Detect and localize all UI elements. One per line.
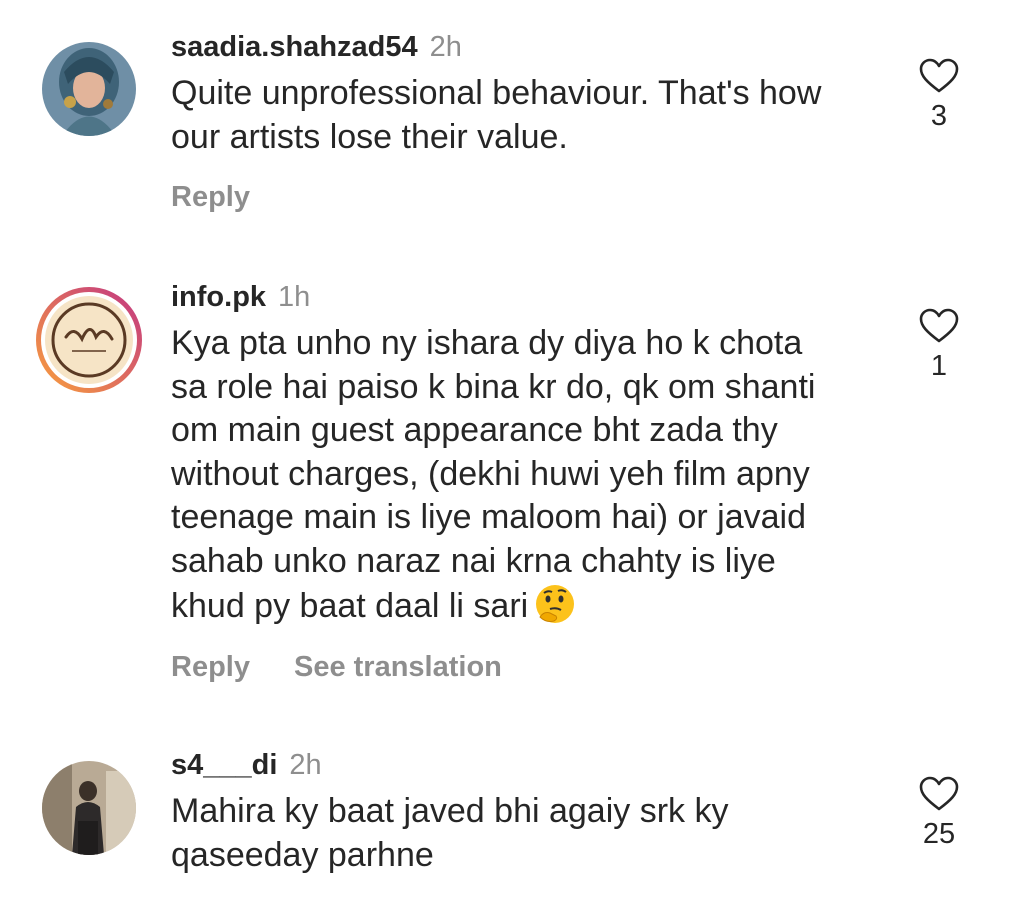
comment-username[interactable]: info.pk xyxy=(171,281,266,313)
like-count: 1 xyxy=(930,350,948,382)
reply-button[interactable]: Reply xyxy=(171,181,250,213)
thinking-face-icon xyxy=(534,583,576,625)
comment-text: Quite unprofessional behaviour. That's h… xyxy=(171,74,822,156)
comment-timestamp: 2h xyxy=(429,31,462,63)
comment-username[interactable]: s4___di xyxy=(171,749,277,781)
comment-timestamp: 2h xyxy=(289,749,322,781)
reply-button[interactable]: Reply xyxy=(171,651,250,683)
like-button[interactable]: 1 xyxy=(914,308,964,383)
like-count: 3 xyxy=(930,100,948,132)
comment-username[interactable]: saadia.shahzad54 xyxy=(171,31,418,63)
like-count: 25 xyxy=(922,818,956,850)
comment-text-body: Kya pta unho ny ishara dy diya ho k chot… xyxy=(171,324,816,625)
comment-text: Kya pta unho ny ishara dy diya ho k chot… xyxy=(171,322,924,629)
comment-timestamp: 1h xyxy=(278,281,311,313)
comment-text: Mahira ky baat javed bhi agaiy srk ky qa… xyxy=(171,792,729,874)
like-button[interactable]: 25 xyxy=(914,776,964,851)
like-button[interactable]: 3 xyxy=(914,58,964,133)
heart-icon[interactable] xyxy=(919,308,959,344)
avatar[interactable] xyxy=(42,761,136,855)
avatar[interactable] xyxy=(34,285,144,395)
see-translation-button[interactable]: See translation xyxy=(294,651,502,683)
avatar[interactable] xyxy=(42,42,136,136)
heart-icon[interactable] xyxy=(919,776,959,812)
heart-icon[interactable] xyxy=(919,58,959,94)
